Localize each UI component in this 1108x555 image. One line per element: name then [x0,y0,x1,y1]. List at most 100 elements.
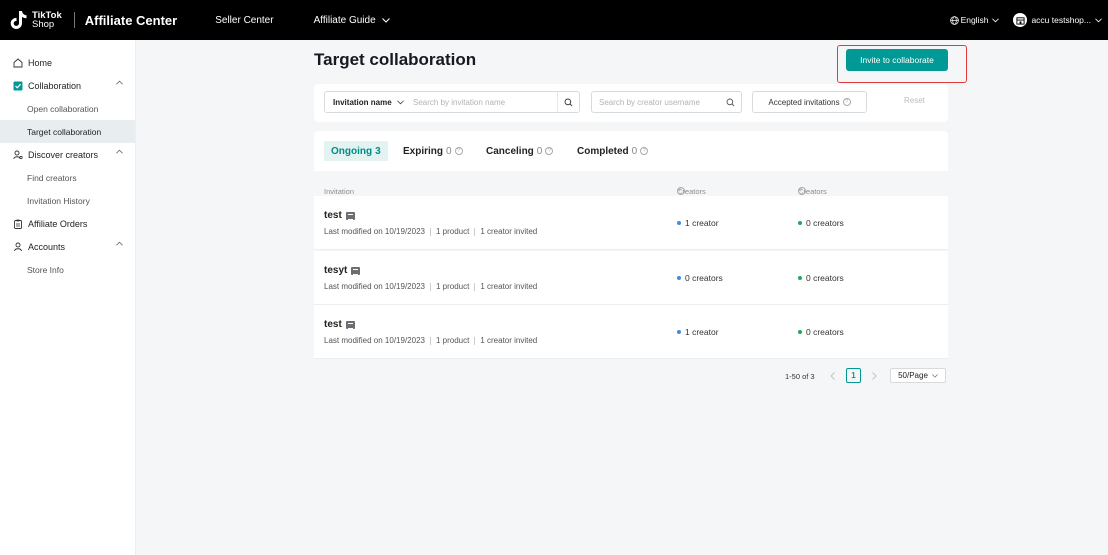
status-dot [798,276,802,280]
help-icon: ? [454,147,463,155]
invitation-name-label: test [324,319,342,330]
creators-accepted-label: 1 creator [685,327,719,337]
tab-count: 0 [631,145,638,157]
tab-label: Canceling [486,145,534,157]
sidebar-item-find-creators[interactable]: Find creators [0,166,135,189]
invitation-name[interactable]: test [324,319,355,330]
status-dot [677,276,681,280]
help-icon: ? [677,187,685,195]
table-row[interactable]: tesyt Last modified on 10/19/2023 1 prod… [314,251,948,305]
help-icon: ? [640,147,649,155]
creators-promoted-label: 0 creators [806,218,844,228]
sidebar-item-open-collaboration[interactable]: Open collaboration [0,97,135,120]
sidebar-item-affiliate-orders[interactable]: Affiliate Orders [0,212,135,235]
reset-button[interactable]: Reset [904,96,925,105]
table-row[interactable]: test Last modified on 10/19/2023 1 produ… [314,196,948,250]
sidebar-item-home[interactable]: Home [0,51,135,74]
previous-page-button[interactable] [826,368,838,383]
chevron-down-icon [932,373,938,378]
accepted-invitations-filter[interactable]: Accepted invitations ? [752,91,867,113]
search-icon[interactable] [557,92,579,112]
top-bar: TikTok Shop Affiliate Center Seller Cent… [0,0,1108,40]
next-page-button[interactable] [868,368,880,383]
invitation-name[interactable]: tesyt [324,265,361,276]
logo-line-2: Shop [32,19,55,30]
accepted-invitations-label: Accepted invitations [768,97,840,107]
shop-account-menu[interactable]: accu testshop... [1013,13,1102,27]
tiktok-shop-logo[interactable]: TikTok Shop [10,10,62,30]
id-card-icon [351,266,361,275]
table-row[interactable]: test Last modified on 10/19/2023 1 produ… [314,305,948,359]
tab-ongoing[interactable]: Ongoing 3 [324,141,388,161]
sidebar-item-label: Collaboration [28,80,82,91]
home-icon [12,57,23,68]
language-switcher[interactable]: English [949,15,1000,25]
logo-text: TikTok Shop [32,11,62,30]
nav-seller-center-label: Seller Center [215,14,274,26]
shop-name: accu testshop... [1031,15,1091,25]
filter-bar: Invitation name Accepted invitations ? R… [314,84,948,122]
creators-promoted-label: 0 creators [806,327,844,337]
creators-accepted-value: 1 creator [677,327,719,337]
invited-count: 1 creator invited [480,282,538,291]
creator-search-input[interactable] [599,97,719,107]
creators-promoted-label: 0 creators [806,273,844,283]
creators-promoted-value: 0 creators [798,218,844,228]
invitation-meta: Last modified on 10/19/2023 1 product 1 … [324,282,537,291]
invitation-name[interactable]: test [324,210,355,221]
tab-expiring[interactable]: Expiring 0 ? [403,141,463,161]
status-dot [798,330,802,334]
pagination-range: 1-50 of 3 [785,371,815,381]
chevron-right-icon [871,371,877,380]
creator-search-group [591,91,742,113]
nav-seller-center[interactable]: Seller Center [215,15,273,26]
user-icon [12,241,23,252]
product-count: 1 product [435,336,470,345]
page-title: Target collaboration [314,50,477,69]
status-tabs: Ongoing 3 Expiring 0 ? Canceling 0 ? Com… [314,131,948,171]
chevron-up-icon [116,80,123,85]
chevron-left-icon [829,371,835,380]
status-dot [677,330,681,334]
table-header: Invitation Creators accepted ? Creators … [314,171,948,205]
creators-promoted-value: 0 creators [798,327,844,337]
status-dot [798,221,802,225]
sidebar-item-store-info[interactable]: Store Info [0,258,135,281]
invite-to-collaborate-button[interactable]: Invite to collaborate [846,49,948,71]
nav-affiliate-guide[interactable]: Affiliate Guide [314,15,390,26]
sidebar-item-target-collaboration[interactable]: Target collaboration [0,120,135,143]
page-number-button[interactable]: 1 [846,368,861,383]
invitation-search-group: Invitation name [324,91,580,113]
chevron-up-icon [116,149,123,154]
globe-icon [949,15,959,25]
search-icon[interactable] [719,98,741,107]
tab-count: 0 [446,145,452,157]
invitation-meta: Last modified on 10/19/2023 1 product 1 … [324,336,537,345]
creators-promoted-value: 0 creators [798,273,844,283]
chevron-down-icon [1095,17,1102,22]
status-dot [677,221,681,225]
sidebar-item-collaboration[interactable]: Collaboration [0,74,135,97]
invitation-search-input[interactable] [413,97,557,107]
sidebar-item-accounts[interactable]: Accounts [0,235,135,258]
clipboard-icon [12,218,23,229]
sidebar-item-label: Discover creators [28,149,99,160]
people-icon [12,149,23,160]
sidebar: Home Collaboration Open collaboration Ta… [0,40,136,555]
search-field-select[interactable]: Invitation name [325,98,413,107]
column-header-label: Invitation [324,187,355,196]
creators-accepted-value: 0 creators [677,273,723,283]
tab-completed[interactable]: Completed 0 ? [577,141,649,161]
page-size-select[interactable]: 50/Page [890,368,946,383]
collaboration-icon [12,80,23,91]
chevron-up-icon [116,241,123,246]
tab-canceling[interactable]: Canceling 0 ? [486,141,554,161]
sidebar-item-invitation-history[interactable]: Invitation History [0,189,135,212]
top-right-controls: English accu testshop... [949,13,1108,27]
modified-date: Last modified on 10/19/2023 [324,336,425,345]
sidebar-item-discover-creators[interactable]: Discover creators [0,143,135,166]
tab-count: 3 [375,145,381,157]
sidebar-item-label: Affiliate Orders [28,218,88,229]
app-title[interactable]: Affiliate Center [85,13,177,28]
invitation-name-label: tesyt [324,265,348,276]
